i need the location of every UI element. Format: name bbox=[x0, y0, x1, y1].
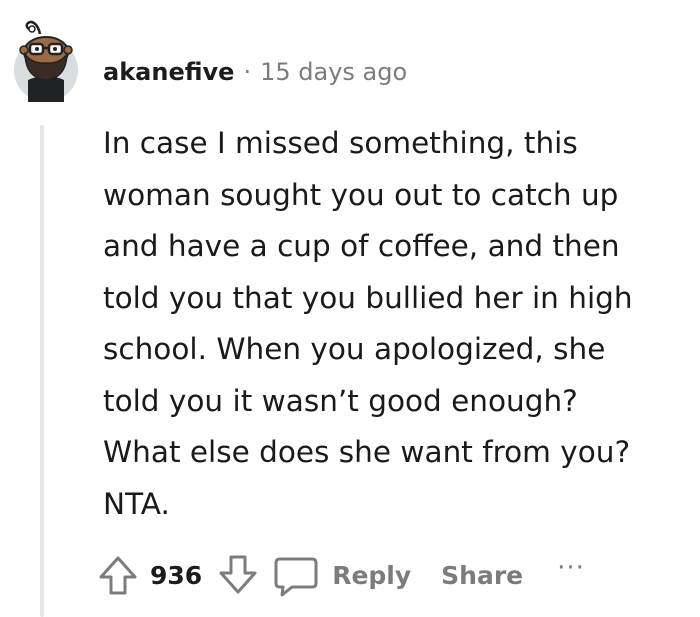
comment-line: What else does she want from you? bbox=[103, 435, 631, 469]
speech-bubble-icon bbox=[274, 557, 318, 597]
more-options-button[interactable]: ··· bbox=[557, 553, 585, 583]
thread-line[interactable] bbox=[40, 125, 44, 617]
comment-actions: 936 Reply Share ··· bbox=[96, 547, 585, 603]
share-button[interactable]: Share bbox=[441, 561, 523, 590]
snoo-avatar-icon bbox=[14, 20, 78, 102]
comment-line: and have a cup of coffee, and then bbox=[103, 229, 620, 263]
meta-separator: · bbox=[243, 58, 252, 86]
comment-body: In case I missed something, this woman s… bbox=[103, 118, 693, 530]
author-name[interactable]: akanefive bbox=[103, 58, 234, 86]
comment-line: NTA. bbox=[103, 486, 170, 521]
vote-score: 936 bbox=[150, 560, 203, 590]
comment-line: In case I missed something, this bbox=[103, 126, 578, 160]
comment-line: told you that you bullied her in high bbox=[103, 280, 633, 315]
upvote-button[interactable] bbox=[96, 553, 140, 597]
comment-line: woman sought you out to catch up bbox=[103, 177, 619, 212]
reply-label: Reply bbox=[332, 560, 412, 590]
timestamp[interactable]: 15 days ago bbox=[260, 58, 407, 86]
arrow-up-icon bbox=[99, 556, 137, 595]
reply-button[interactable]: Reply bbox=[272, 553, 411, 597]
avatar[interactable] bbox=[10, 14, 82, 102]
arrow-down-icon bbox=[219, 555, 257, 594]
downvote-button[interactable] bbox=[216, 553, 260, 597]
comment-line: told you it wasn’t good enough? bbox=[103, 383, 578, 418]
comment-line: school. When you apologized, she bbox=[103, 332, 606, 366]
comment-meta: akanefive · 15 days ago bbox=[103, 55, 407, 89]
comment: akanefive · 15 days ago In case I missed… bbox=[0, 0, 700, 617]
